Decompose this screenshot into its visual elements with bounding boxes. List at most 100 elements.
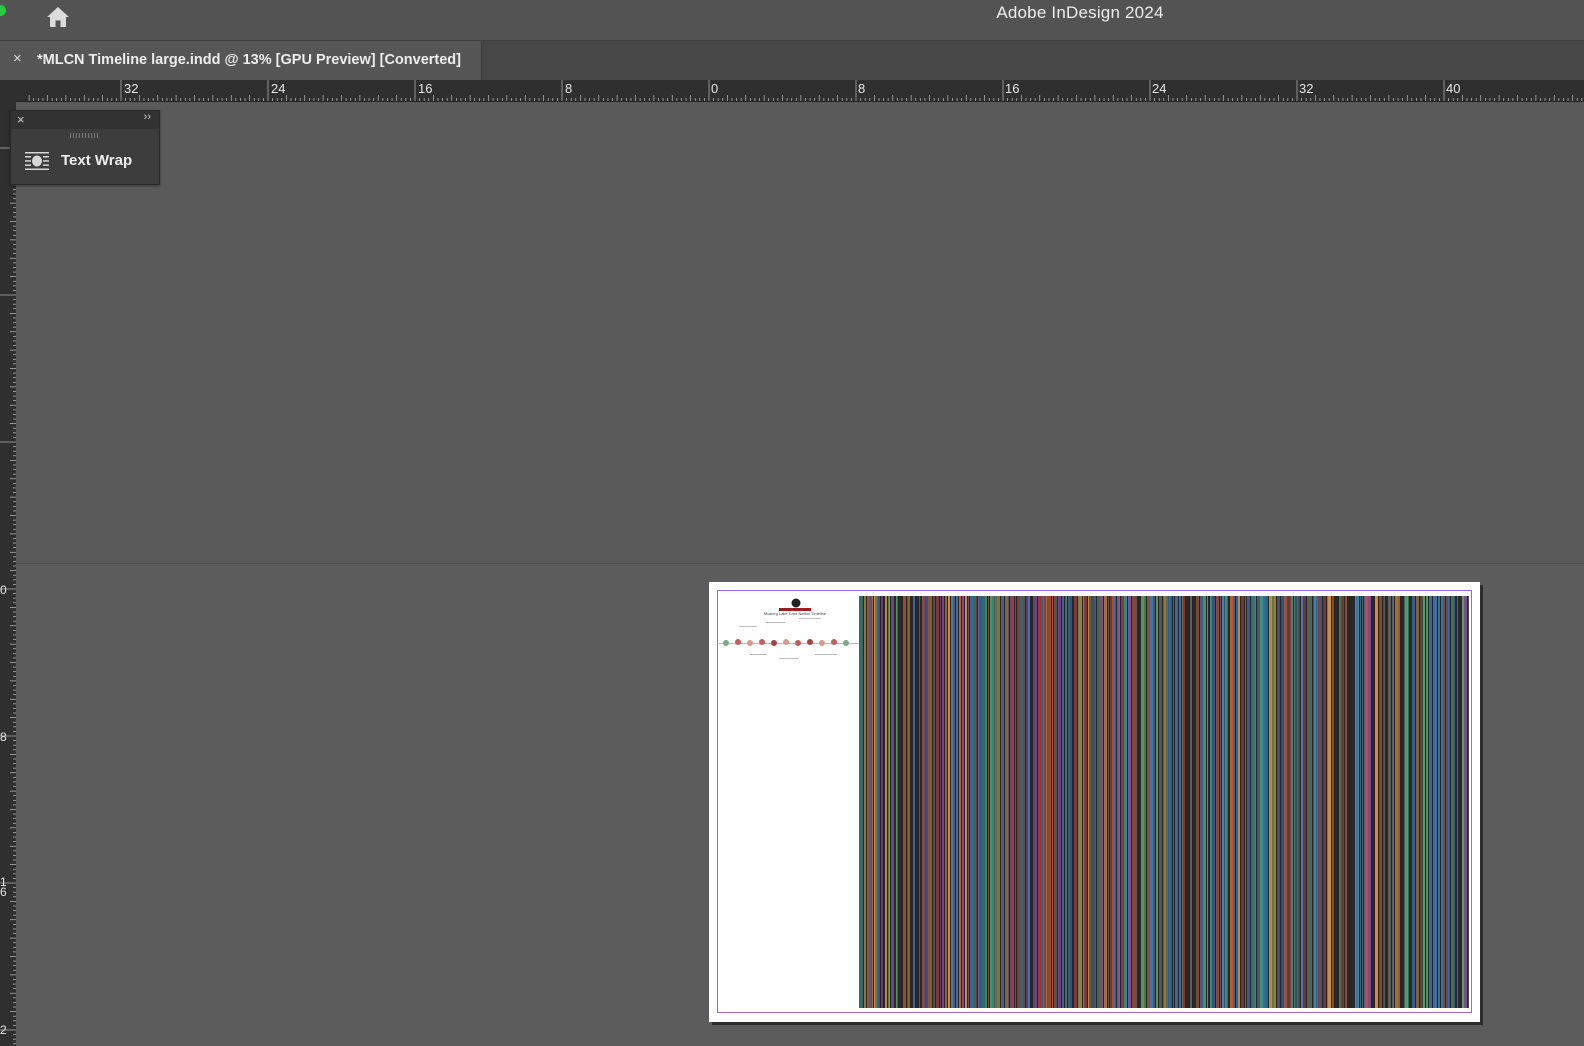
image-stripe: [1335, 596, 1338, 1008]
window-zoom-button[interactable]: [0, 5, 6, 16]
image-stripe: [878, 596, 880, 1008]
image-stripe: [1247, 596, 1250, 1008]
vertical-ruler[interactable]: 0 8 1 6 2: [0, 101, 16, 1046]
text-wrap-button[interactable]: Text Wrap: [11, 145, 159, 179]
image-stripe: [1468, 596, 1469, 1008]
image-stripe: [1386, 596, 1388, 1008]
timeline-marker: [723, 640, 729, 646]
image-stripe: [1227, 596, 1228, 1008]
image-stripe: [1028, 596, 1030, 1008]
image-stripe: [1416, 596, 1419, 1008]
image-stripe: [1104, 596, 1107, 1008]
panel-header[interactable]: × ››: [11, 111, 159, 129]
image-stripe: [1038, 596, 1041, 1008]
image-stripe: [933, 596, 935, 1008]
tab-title: *MLCN Timeline large.indd @ 13% [GPU Pre…: [37, 52, 461, 68]
home-icon[interactable]: [44, 4, 72, 30]
image-stripe: [869, 596, 872, 1008]
image-stripe: [1121, 596, 1123, 1008]
panel-drag-grip[interactable]: [70, 133, 98, 138]
image-stripe: [925, 596, 928, 1008]
image-stripe: [1068, 596, 1070, 1008]
image-stripe: [1115, 596, 1116, 1008]
image-stripe: [1233, 596, 1235, 1008]
image-stripe: [1260, 596, 1263, 1008]
image-stripe: [884, 596, 885, 1008]
image-stripe: [899, 596, 902, 1008]
image-stripe: [1062, 596, 1064, 1008]
image-stripe: [978, 596, 979, 1008]
image-stripe: [1156, 596, 1158, 1008]
document-tab-bar: × *MLCN Timeline large.indd @ 13% [GPU P…: [0, 41, 1584, 80]
horizontal-ruler[interactable]: 32 24 16 8 0 8 16 24 32 40: [0, 80, 1584, 102]
image-stripe: [1047, 596, 1049, 1008]
image-stripe: [1355, 596, 1356, 1008]
image-stripe: [956, 596, 958, 1008]
image-stripe: [1320, 596, 1322, 1008]
image-stripe: [1031, 596, 1033, 1008]
timeline-marker: [771, 640, 777, 646]
timeline-note: [739, 626, 757, 627]
image-stripe: [1454, 596, 1455, 1008]
image-stripe: [985, 596, 987, 1008]
timeline-marker: [735, 639, 741, 645]
image-stripe: [1159, 596, 1162, 1008]
image-stripe: [1210, 596, 1212, 1008]
image-stripe: [1097, 596, 1099, 1008]
image-stripe: [1410, 596, 1411, 1008]
image-stripe: [1135, 596, 1137, 1008]
thumbnail-title: Muskeg Lake Cree Nation Timeline: [763, 611, 827, 616]
image-stripe: [1128, 596, 1131, 1008]
panel-close-icon[interactable]: ×: [17, 112, 25, 127]
image-stripe: [990, 596, 992, 1008]
image-stripe: [1072, 596, 1073, 1008]
image-stripe: [1318, 596, 1320, 1008]
image-stripe: [1089, 596, 1091, 1008]
image-stripe: [1303, 596, 1306, 1008]
image-stripe: [1094, 596, 1096, 1008]
image-stripe: [922, 596, 924, 1008]
image-stripe: [907, 596, 908, 1008]
image-stripe: [1078, 596, 1080, 1008]
timeline-marker: [783, 639, 789, 645]
image-stripe: [1044, 596, 1046, 1008]
image-stripe: [905, 596, 906, 1008]
document-tab[interactable]: × *MLCN Timeline large.indd @ 13% [GPU P…: [0, 41, 482, 80]
image-stripe: [897, 596, 898, 1008]
image-stripe: [976, 596, 977, 1008]
tab-close-icon[interactable]: ×: [13, 50, 22, 67]
image-stripe: [948, 596, 950, 1008]
image-stripe: [1297, 596, 1298, 1008]
image-stripe: [1183, 596, 1185, 1008]
corrupted-image-frame[interactable]: [859, 596, 1469, 1008]
timeline-note: [799, 618, 821, 619]
image-stripe: [1224, 596, 1225, 1008]
image-stripe: [1190, 596, 1192, 1008]
panel-expand-icon[interactable]: ››: [144, 111, 151, 123]
image-stripe: [1054, 596, 1057, 1008]
image-stripe: [968, 596, 969, 1008]
pasteboard[interactable]: [16, 102, 1584, 563]
image-stripe: [1065, 596, 1066, 1008]
image-stripe: [1070, 596, 1071, 1008]
image-stripe: [940, 596, 941, 1008]
image-stripe: [1208, 596, 1209, 1008]
image-stripe: [1356, 596, 1358, 1008]
image-stripe: [1272, 596, 1274, 1008]
image-stripe: [1451, 596, 1454, 1008]
image-stripe: [877, 596, 878, 1008]
image-stripe: [1175, 596, 1178, 1008]
image-stripe: [914, 596, 915, 1008]
image-stripe: [1284, 596, 1287, 1008]
image-stripe: [1017, 596, 1020, 1008]
document-page[interactable]: Muskeg Lake Cree Nation Timeline: [709, 582, 1480, 1022]
image-stripe: [1348, 596, 1350, 1008]
image-stripe: [988, 596, 989, 1008]
image-stripe: [1295, 596, 1297, 1008]
image-stripe: [1216, 596, 1219, 1008]
image-stripe: [1099, 596, 1102, 1008]
image-stripe: [1036, 596, 1037, 1008]
image-stripe: [1313, 596, 1314, 1008]
image-stripe: [970, 596, 972, 1008]
timeline-marker: [759, 639, 765, 645]
